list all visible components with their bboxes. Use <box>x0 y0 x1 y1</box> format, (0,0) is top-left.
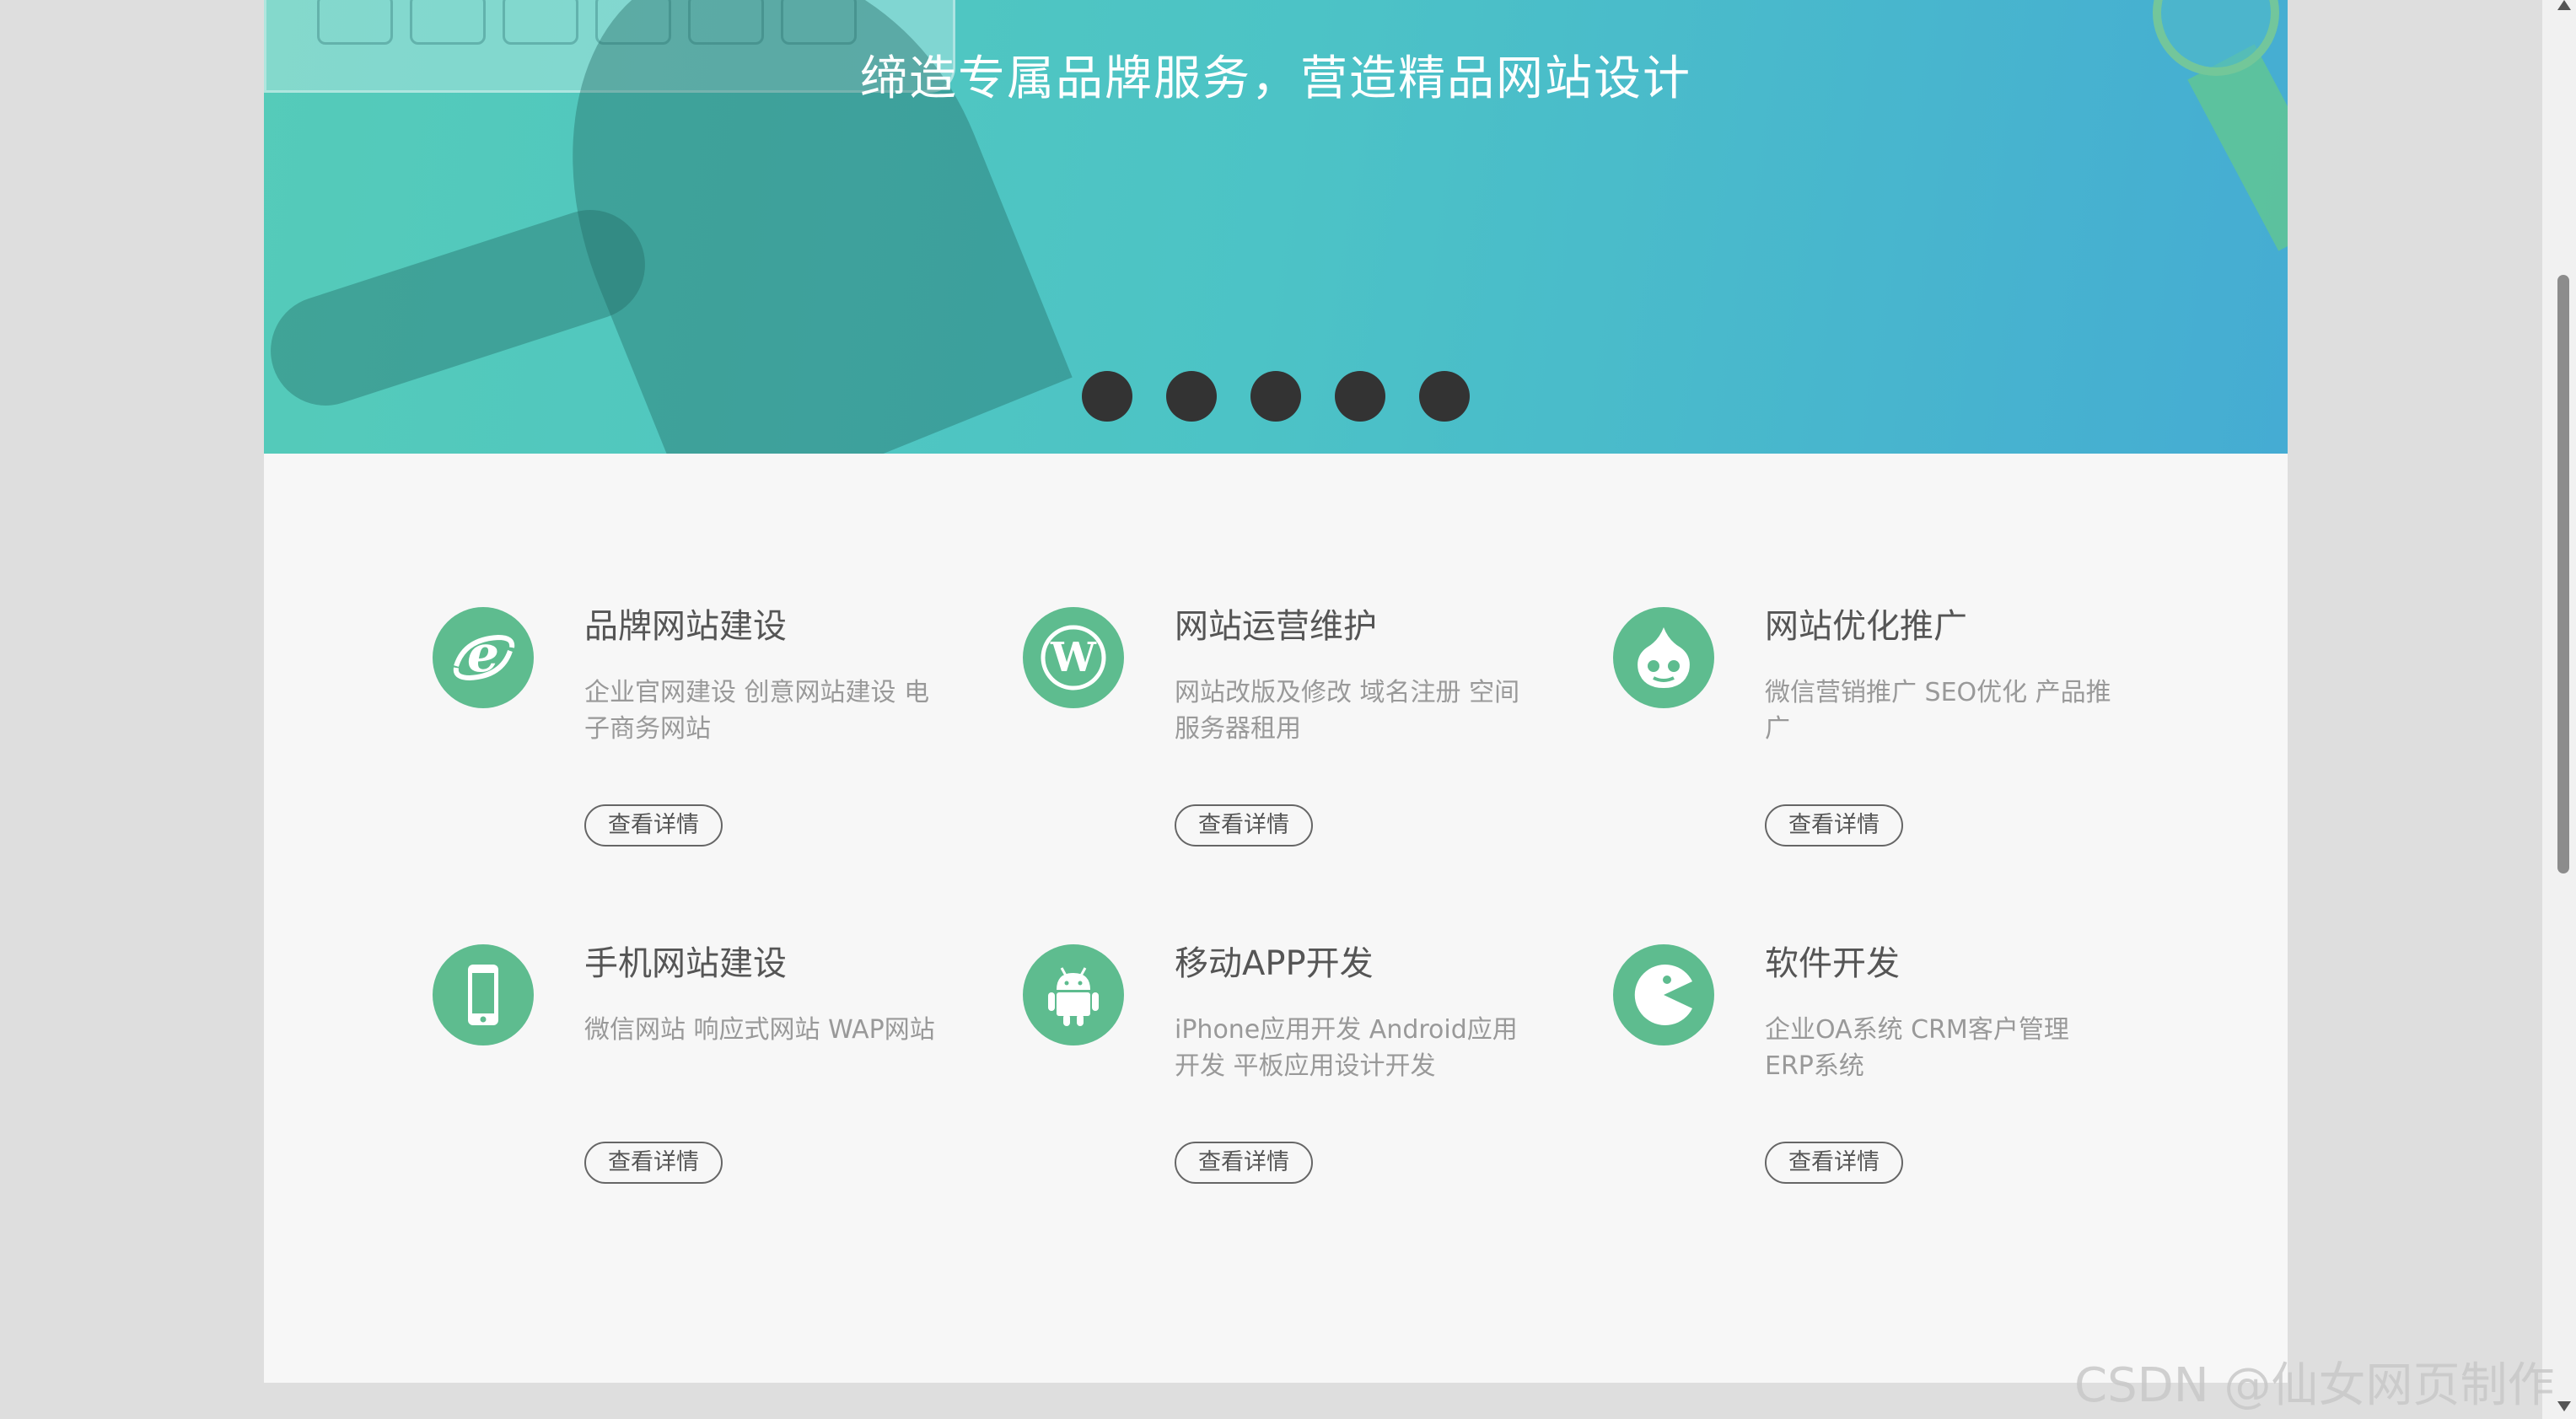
service-desc: 企业官网建设 创意网站建设 电子商务网站 <box>584 678 930 744</box>
service-website-maintenance: W 网站运营维护 网站改版及修改 域名注册 空间服务器租用 查看详情 <box>1023 599 1562 868</box>
service-desc: iPhone应用开发 Android应用开发 平板应用设计开发 <box>1175 1015 1518 1081</box>
carousel-dot-1[interactable] <box>1082 371 1132 422</box>
scrollbar-thumb[interactable] <box>2557 275 2569 873</box>
service-mobile-website: 手机网站建设 微信网站 响应式网站 WAP网站 查看详情 <box>433 936 972 1206</box>
view-details-button[interactable]: 查看详情 <box>1175 804 1313 847</box>
carousel-dot-2[interactable] <box>1166 371 1217 422</box>
svg-text:W: W <box>1050 634 1097 681</box>
service-desc: 微信营销推广 SEO优化 产品推广 <box>1765 678 2111 744</box>
carousel-dot-5[interactable] <box>1419 371 1470 422</box>
android-icon <box>1023 944 1124 1045</box>
drupal-icon <box>1613 607 1714 708</box>
page: 缔造专属品牌服务，营造精品网站设计 e 品牌网站建设 企业官网建设 创意网站建设… <box>264 0 2288 1383</box>
view-details-button[interactable]: 查看详情 <box>1765 1142 1903 1184</box>
service-title: 手机网站建设 <box>584 944 787 983</box>
service-title: 网站优化推广 <box>1765 607 1967 646</box>
view-details-button[interactable]: 查看详情 <box>584 804 723 847</box>
service-title: 网站运营维护 <box>1175 607 1377 646</box>
service-desc: 微信网站 响应式网站 WAP网站 <box>584 1015 935 1045</box>
carousel-dots <box>264 371 2288 422</box>
watermark: CSDN @仙女网页制作 <box>2074 1358 2555 1413</box>
hero-banner: 缔造专属品牌服务，营造精品网站设计 <box>264 0 2288 454</box>
service-title: 软件开发 <box>1765 944 1900 983</box>
banner-title: 缔造专属品牌服务，营造精品网站设计 <box>860 51 1691 106</box>
service-software-development: 软件开发 企业OA系统 CRM客户管理 ERP系统 查看详情 <box>1613 936 2153 1206</box>
scroll-down-arrow-icon[interactable] <box>2557 1401 2571 1411</box>
ie-icon: e <box>433 607 534 708</box>
vertical-scrollbar[interactable] <box>2542 0 2576 1419</box>
service-desc: 企业OA系统 CRM客户管理 ERP系统 <box>1765 1015 2069 1081</box>
view-details-button[interactable]: 查看详情 <box>1175 1142 1313 1184</box>
view-details-button[interactable]: 查看详情 <box>584 1142 723 1184</box>
carousel-dot-4[interactable] <box>1335 371 1385 422</box>
service-mobile-app: 移动APP开发 iPhone应用开发 Android应用开发 平板应用设计开发 … <box>1023 936 1562 1206</box>
service-desc: 网站改版及修改 域名注册 空间服务器租用 <box>1175 678 1520 744</box>
service-brand-website: e 品牌网站建设 企业官网建设 创意网站建设 电子商务网站 查看详情 <box>433 599 972 868</box>
service-title: 移动APP开发 <box>1175 944 1374 983</box>
pacman-icon <box>1613 944 1714 1045</box>
scroll-up-arrow-icon[interactable] <box>2557 0 2571 10</box>
wordpress-icon: W <box>1023 607 1124 708</box>
service-website-promotion: 网站优化推广 微信营销推广 SEO优化 产品推广 查看详情 <box>1613 599 2153 868</box>
carousel-dot-3[interactable] <box>1250 371 1301 422</box>
view-details-button[interactable]: 查看详情 <box>1765 804 1903 847</box>
service-title: 品牌网站建设 <box>584 607 787 646</box>
mobile-icon <box>433 944 534 1045</box>
